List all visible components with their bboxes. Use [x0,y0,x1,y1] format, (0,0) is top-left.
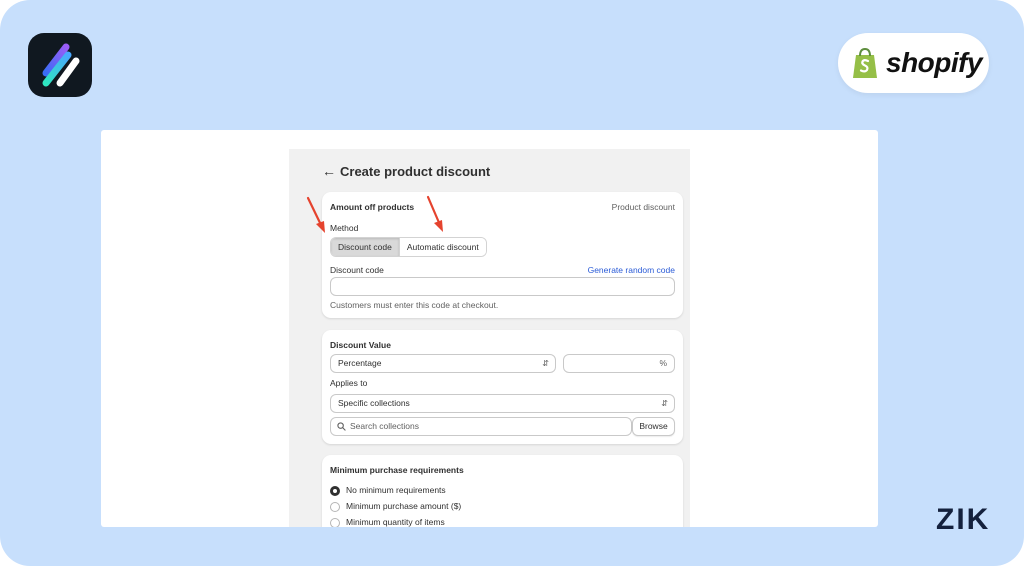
page-header: ← Create product discount [322,161,490,181]
radio-no-minimum[interactable]: No minimum requirements [330,485,446,496]
value-type-select[interactable]: Percentage ⇵ [330,354,556,373]
discount-amount-input[interactable]: % [563,354,675,373]
method-segmented-control: Discount code Automatic discount [330,237,487,257]
discount-code-help: Customers must enter this code at checko… [330,300,499,310]
generate-random-code-link[interactable]: Generate random code [588,265,675,276]
panel-heading: Discount Value [330,340,391,350]
panel-heading: Minimum purchase requirements [330,465,464,475]
radio-minimum-amount[interactable]: Minimum purchase amount ($) [330,501,461,512]
discount-value-panel: Discount Value Percentage ⇵ % Applies to… [322,330,683,444]
percent-suffix: % [659,358,667,368]
search-placeholder: Search collections [350,421,419,431]
page-title: Create product discount [340,163,491,179]
search-icon [337,422,346,431]
minimum-requirements-panel: Minimum purchase requirements No minimum… [322,455,683,527]
radio-minimum-quantity[interactable]: Minimum quantity of items [330,517,445,527]
discount-code-button[interactable]: Discount code [331,238,399,256]
shopify-wordmark: shopify [886,47,983,78]
applies-to-value: Specific collections [338,398,410,408]
applies-to-select[interactable]: Specific collections ⇵ [330,394,675,413]
method-label: Method [330,223,359,233]
select-caret-icon: ⇵ [542,359,549,368]
value-type-value: Percentage [338,358,382,368]
radio-label: Minimum purchase amount ($) [346,501,462,511]
admin-page: ← Create product discount Amount off pro… [289,149,690,527]
radio-button[interactable] [330,517,340,527]
radio-label: No minimum requirements [346,485,446,495]
radio-label: Minimum quantity of items [346,517,445,527]
panel-heading: Amount off products [330,202,415,212]
discount-method-panel: Amount off products Product discount Met… [322,192,683,318]
discount-code-label: Discount code [330,265,384,275]
zik-logo: ZIK [936,503,991,536]
radio-button[interactable] [330,501,340,512]
radio-button[interactable] [330,485,340,496]
shopify-bag-icon [853,47,877,78]
app-logo-icon [28,33,92,97]
select-caret-icon: ⇵ [661,399,668,408]
background-frame: shopify ZIK ← Create product discount Am… [0,0,1024,566]
browse-button[interactable]: Browse [632,417,675,436]
arrow-left-icon[interactable]: ← [322,163,340,179]
search-collections-input[interactable]: Search collections [330,417,632,436]
discount-code-input[interactable] [330,277,675,296]
discount-type-label: Product discount [611,202,675,212]
shopify-badge: shopify [838,33,989,93]
screenshot-card: ← Create product discount Amount off pro… [101,130,878,527]
automatic-discount-button[interactable]: Automatic discount [398,238,486,256]
applies-to-label: Applies to [330,378,368,388]
